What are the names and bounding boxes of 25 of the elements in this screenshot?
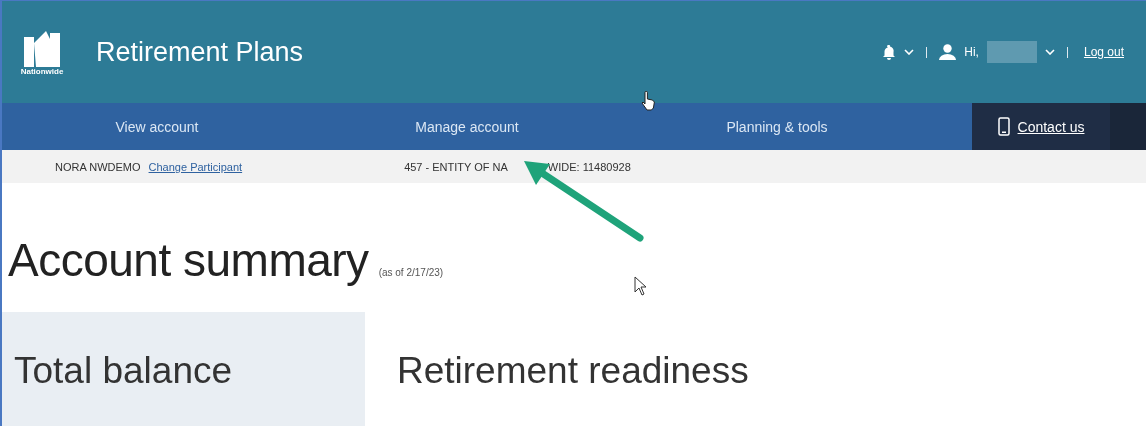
- logo-text: Nationwide: [20, 66, 64, 76]
- nav-item[interactable]: View account: [2, 103, 312, 150]
- entity-text: WIDE: 11480928: [547, 160, 631, 173]
- app-title: Retirement Plans: [96, 36, 305, 68]
- nav-item[interactable]: Planning & tools: [622, 103, 932, 150]
- phone-icon: [997, 117, 1010, 136]
- nav-item[interactable]: Manage account: [312, 103, 622, 150]
- chevron-down-icon[interactable]: [904, 49, 915, 55]
- page-title: Account summary: [8, 233, 369, 287]
- logout-link[interactable]: Log out: [1083, 45, 1124, 59]
- bell-icon[interactable]: [882, 44, 897, 60]
- card-title: Total balance: [14, 350, 234, 392]
- arrow-cursor-icon: [634, 276, 648, 296]
- change-participant-link[interactable]: Change Participant: [148, 160, 243, 173]
- contact-us-link[interactable]: Contact us: [972, 103, 1110, 150]
- as-of-date: (as of 2/17/23): [378, 267, 444, 278]
- user-icon[interactable]: [939, 44, 957, 60]
- entity-text: 457 - ENTITY OF NA: [404, 160, 508, 173]
- greeting-text: Hi,: [964, 45, 979, 59]
- participant-name: NORA NWDEMO: [55, 160, 141, 173]
- chevron-down-icon[interactable]: [1044, 49, 1055, 55]
- blurred-name: [986, 41, 1037, 63]
- card-title: Retirement readiness: [397, 350, 749, 392]
- hand-cursor-icon: [640, 91, 656, 111]
- nav-end-panel: [1110, 103, 1146, 150]
